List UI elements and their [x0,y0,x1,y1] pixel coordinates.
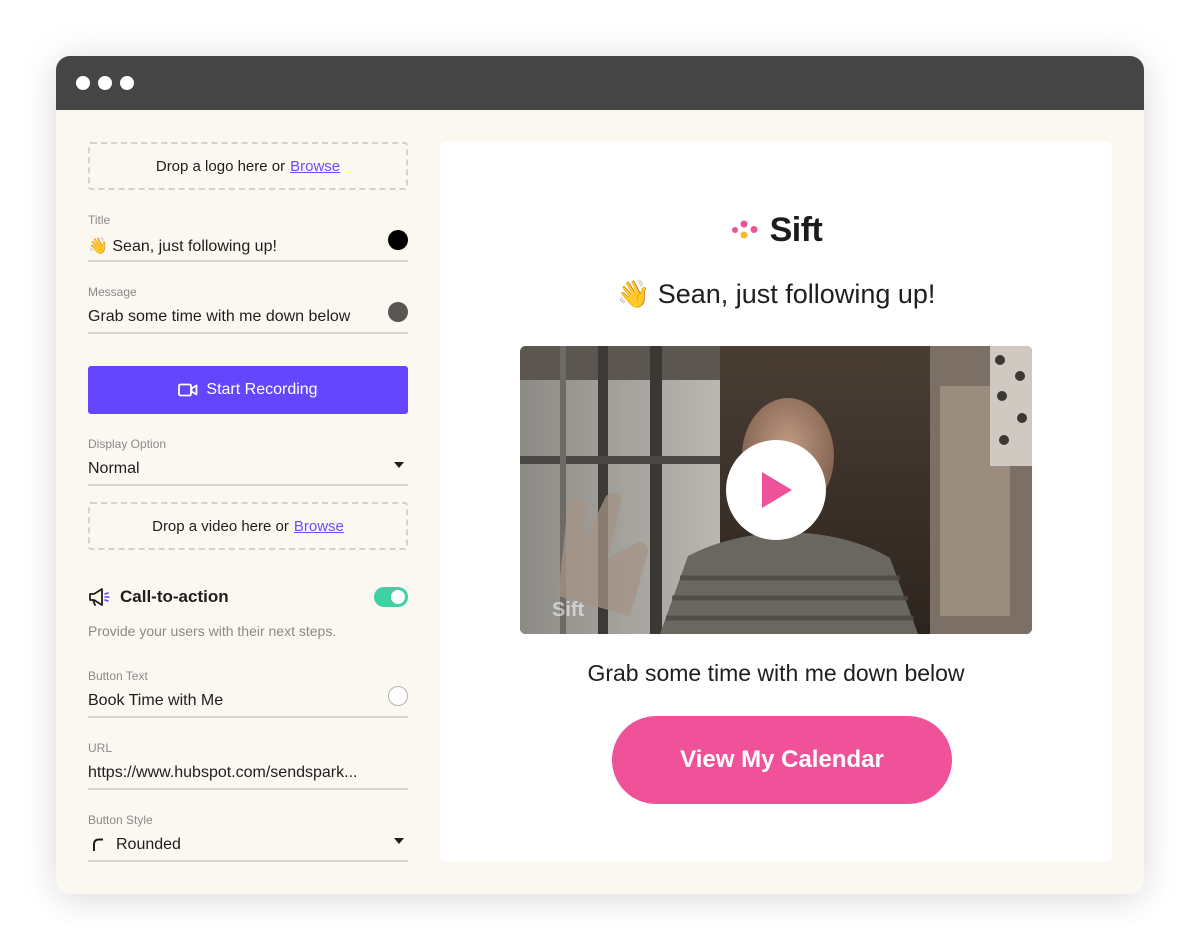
preview-title: 👋 Sean, just following up! [616,279,936,309]
button-style-select[interactable]: Button Style Rounded [88,806,408,862]
window-minimize-dot[interactable] [98,76,112,90]
cta-title: Call-to-action [120,587,229,606]
chevron-down-icon [394,462,404,468]
view-calendar-button[interactable]: View My Calendar [612,716,952,804]
video-player[interactable]: Sift [520,346,1032,634]
button-text-value[interactable]: Book Time with Me [88,692,223,710]
brand-logo: Sift [440,210,1112,250]
cta-header: Call-to-action [88,582,408,612]
message-field-value[interactable]: Grab some time with me down below [88,308,350,326]
play-button[interactable] [726,440,826,540]
message-color-swatch[interactable] [388,302,408,322]
brand-name: Sift [769,210,823,249]
window-maximize-dot[interactable] [120,76,134,90]
logo-dropzone-text: Drop a logo here or [155,157,286,175]
play-icon [762,472,792,508]
video-browse-link[interactable]: Browse [294,518,344,535]
start-recording-button[interactable]: Start Recording [88,366,408,414]
start-recording-label: Start Recording [206,381,318,398]
app-window: Drop a logo here or Browse Title 👋 Sean,… [56,56,1144,894]
url-label: URL [88,741,113,755]
display-option-select[interactable]: Display Option Normal [88,430,408,486]
email-preview: Sift 👋 Sean, just following up! Sift Gra… [440,142,1112,862]
preview-message: Grab some time with me down below [587,660,965,686]
display-option-value: Normal [88,460,140,477]
title-field-value[interactable]: 👋 Sean, just following up! [88,236,277,256]
window-titlebar [56,56,1144,110]
megaphone-icon [89,588,110,606]
logo-dropzone[interactable]: Drop a logo here or Browse [88,142,408,190]
rounded-corner-icon [93,838,103,851]
display-option-label: Display Option [88,437,167,451]
logo-browse-link[interactable]: Browse [290,158,340,175]
button-text-label: Button Text [88,669,148,683]
message-field-label: Message [88,285,137,299]
title-field-label: Title [88,213,111,227]
url-value[interactable]: https://www.hubspot.com/sendspark... [88,764,357,782]
cta-toggle[interactable] [374,587,408,607]
cta-description: Provide your users with their next steps… [88,623,337,639]
window-close-dot[interactable] [76,76,90,90]
video-dropzone-text: Drop a video here or [152,517,289,535]
chevron-down-icon [394,838,404,844]
button-text-color-swatch[interactable] [388,686,408,706]
video-camera-icon [178,383,198,397]
title-field[interactable]: Title 👋 Sean, just following up! [88,206,408,262]
button-style-label: Button Style [88,813,153,827]
url-field[interactable]: URL https://www.hubspot.com/sendspark... [88,734,408,790]
video-dropzone[interactable]: Drop a video here or Browse [88,502,408,550]
title-color-swatch[interactable] [388,230,408,250]
message-field[interactable]: Message Grab some time with me down belo… [88,278,408,334]
cta-toggle-knob [391,590,405,604]
button-text-field[interactable]: Button Text Book Time with Me [88,662,408,718]
sift-logo-mark [731,220,758,239]
button-style-value: Rounded [116,836,181,853]
video-watermark: Sift [552,599,585,621]
